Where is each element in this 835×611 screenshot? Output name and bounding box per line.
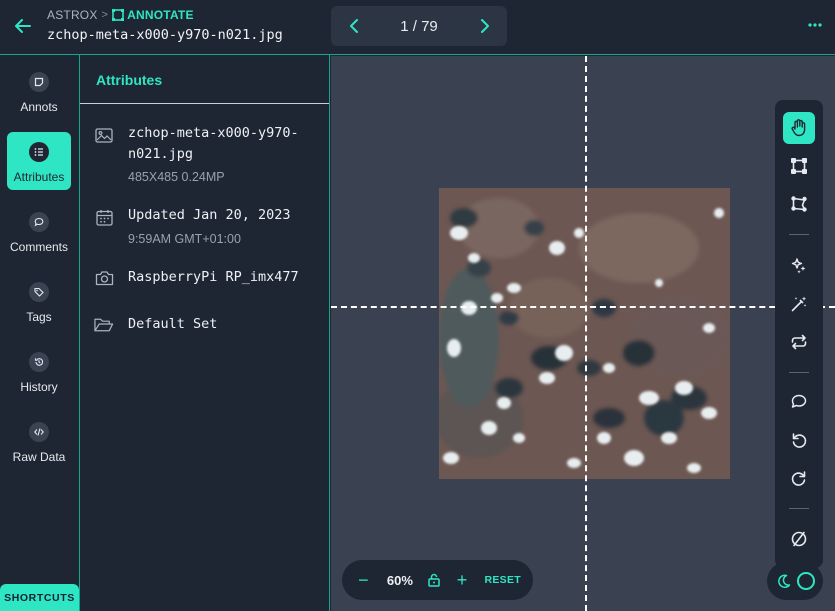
toolbar-divider [789,234,809,235]
shortcuts-button[interactable]: SHORTCUTS [0,584,79,611]
comment-bubble-icon[interactable] [783,386,815,418]
tool-palette [775,100,823,568]
file-dimensions-value: 485X485 0.24MP [128,170,225,184]
sidebar-item-history[interactable]: History [7,342,71,400]
sidebar-item-label: Tags [26,310,52,324]
sidebar-item-comments[interactable]: Comments [7,202,71,260]
code-icon [29,422,49,442]
breadcrumb-current: ANNOTATE [112,8,193,22]
breadcrumb-separator: > [101,9,109,21]
breadcrumb-app[interactable]: ASTROX [47,8,98,22]
sidebar-item-annots[interactable]: Annots [7,62,71,120]
list-icon [29,142,49,162]
sidebar-item-raw-data[interactable]: Raw Data [7,412,71,470]
image-canvas[interactable] [331,56,835,611]
history-icon [29,352,49,372]
image-icon [94,125,114,145]
sidebar-item-label: Comments [9,240,68,254]
pan-hand-icon[interactable] [783,112,815,144]
polygon-icon[interactable] [783,188,815,220]
sidebar-item-tags[interactable]: Tags [7,272,71,330]
panel-title: Attributes [96,72,163,88]
updated-time-value: 9:59AM GMT+01:00 [128,232,241,246]
magic-wand-icon[interactable] [783,288,815,320]
breadcrumb-mode: ANNOTATE [127,8,194,22]
comment-icon [29,212,49,232]
note-icon [29,72,49,92]
zoom-controls: − 60% + RESET [342,560,533,600]
bounding-box-icon[interactable] [783,150,815,182]
camera-icon [94,268,114,288]
breadcrumb: ASTROX > ANNOTATE [47,8,194,22]
lock-open-icon[interactable] [427,573,442,587]
redo-icon[interactable] [783,462,815,494]
camera-value: RaspberryPi RP_imx477 [128,269,299,285]
calendar-icon [94,207,114,227]
theme-toggle[interactable] [767,562,823,600]
prev-image-chevron-icon[interactable] [347,19,361,33]
moon-icon [777,574,790,588]
toolbar-divider [789,508,809,509]
pager-count: 1 / 79 [400,17,438,35]
folder-icon [94,315,114,335]
annotate-icon [112,9,125,21]
set-value: Default Set [128,316,218,332]
zoom-in-button[interactable]: + [456,571,469,589]
sidebar-item-label: Annots [20,100,58,114]
sidebar-item-attributes[interactable]: Attributes [7,132,71,190]
toggle-knob [796,572,815,590]
toolbar-divider [789,372,809,373]
zoom-out-button[interactable]: − [357,571,370,589]
crosshair-horizontal [331,306,835,308]
attributes-panel: Attributes zchop-meta-x000-y970-n021.jpg… [80,55,330,611]
divider [80,103,329,104]
zoom-reset-button[interactable]: RESET [484,574,521,586]
image-pager: 1 / 79 [331,6,507,46]
repeat-icon[interactable] [783,326,815,358]
left-sidebar: Annots Attributes Comments Tags History … [0,55,80,611]
zoom-level: 60% [386,572,413,588]
updated-value: Updated Jan 20, 2023 [128,207,291,223]
tag-icon [29,282,49,302]
file-name-value: zchop-meta-x000-y970-n021.jpg [128,125,299,162]
next-image-chevron-icon[interactable] [477,19,491,33]
more-options-icon[interactable] [806,16,824,34]
undo-icon[interactable] [783,424,815,456]
sidebar-item-label: History [20,380,58,394]
crosshair-vertical [585,56,587,611]
back-arrow-icon[interactable] [12,15,34,37]
sidebar-item-label: Raw Data [12,450,66,464]
sidebar-item-label: Attributes [13,170,65,184]
top-bar: ASTROX > ANNOTATE zchop-meta-x000-y970-n… [0,0,835,55]
file-title: zchop-meta-x000-y970-n021.jpg [47,27,283,43]
clear-slash-icon[interactable] [783,523,815,555]
magic-sparkle-icon[interactable] [783,250,815,282]
